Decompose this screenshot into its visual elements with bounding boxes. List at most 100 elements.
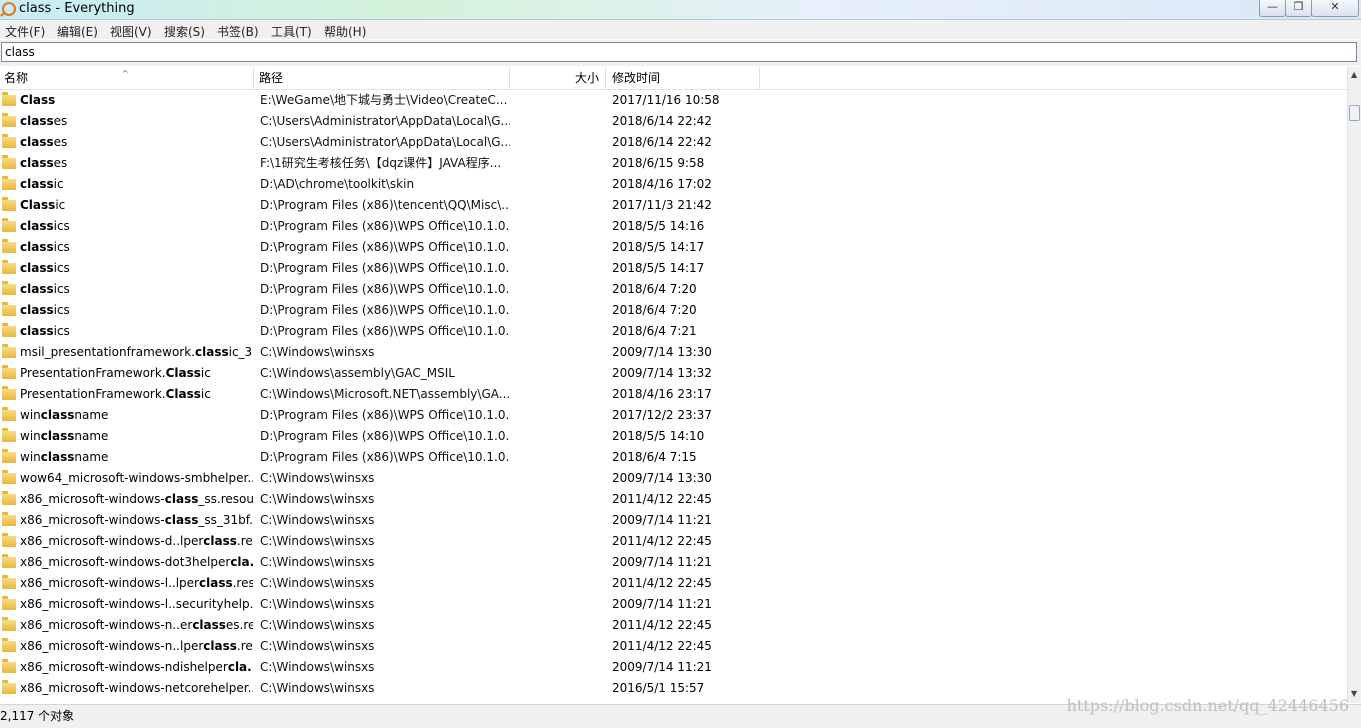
row-path: D:\Program Files (x86)\tencent\QQ\Misc\.… (260, 198, 510, 212)
row-path: D:\Program Files (x86)\WPS Office\10.1.0… (260, 324, 510, 338)
table-row[interactable]: x86_microsoft-windows-l..securityhelp...… (0, 594, 1347, 615)
row-name: x86_microsoft-windows-d..lperclass.re... (20, 531, 253, 552)
row-name: x86_microsoft-windows-n..erclasses.re... (20, 615, 253, 636)
table-row[interactable]: classics D:\Program Files (x86)\WPS Offic… (0, 216, 1347, 237)
row-name-match: class (164, 513, 199, 527)
row-date: 2011/4/12 22:45 (612, 639, 712, 653)
table-row[interactable]: x86_microsoft-windows-dot3helpercla... C:… (0, 552, 1347, 573)
menu-file[interactable]: 文件(F) (5, 23, 45, 40)
window-title: class - Everything (19, 1, 135, 16)
vertical-scrollbar[interactable]: ▲ ▼ (1347, 67, 1361, 703)
row-name-pre: x86_microsoft-windows-ndishelper (20, 660, 228, 674)
row-name-post: ics (53, 303, 70, 317)
row-name: classics (20, 258, 253, 279)
row-date: 2018/5/5 14:16 (612, 219, 705, 233)
scrollbar-thumb[interactable] (1349, 105, 1360, 121)
column-header-date[interactable]: 修改时间 (606, 67, 760, 89)
close-button[interactable]: ✕ (1311, 0, 1359, 17)
folder-icon (2, 533, 16, 547)
table-row[interactable]: x86_microsoft-windows-class_ss.resou... C… (0, 489, 1347, 510)
row-name-match: Class (20, 93, 56, 107)
table-row[interactable]: x86_microsoft-windows-n..lperclass.re...… (0, 636, 1347, 657)
folder-icon (2, 617, 16, 631)
menu-tools[interactable]: 工具(T) (271, 23, 312, 40)
column-header-path[interactable]: 路径 (254, 67, 510, 89)
folder-icon (2, 302, 16, 316)
row-name-pre: x86_microsoft-windows-l..securityhelp... (20, 597, 253, 611)
row-name: PresentationFramework.Classic (20, 363, 253, 384)
row-name: classics (20, 279, 253, 300)
row-date: 2017/11/3 21:42 (612, 198, 712, 212)
row-name-post: es (53, 156, 68, 170)
column-header-size-label: 大小 (574, 71, 599, 85)
row-name-pre: x86_microsoft-windows- (20, 492, 165, 506)
row-date: 2018/5/5 14:10 (612, 429, 705, 443)
row-name-post: es.re... (225, 618, 253, 632)
column-header-size[interactable]: 大小 (510, 67, 606, 89)
row-name: x86_microsoft-windows-class_ss.resou... (20, 489, 253, 510)
row-date: 2018/5/5 14:17 (612, 261, 705, 275)
menu-edit[interactable]: 编辑(E) (57, 23, 98, 40)
row-date: 2011/4/12 22:45 (612, 534, 712, 548)
table-row[interactable]: classics D:\Program Files (x86)\WPS Offic… (0, 321, 1347, 342)
table-row[interactable]: PresentationFramework.Classic C:\Windows\… (0, 384, 1347, 405)
row-date: 2009/7/14 11:21 (612, 660, 712, 674)
row-name-post: name (74, 408, 109, 422)
search-input[interactable] (1, 42, 1357, 62)
table-row[interactable]: Class E:\WeGame\地下城与勇士\Video\CreateC... 20… (0, 90, 1347, 111)
row-name: x86_microsoft-windows-ndishelpercla... (20, 657, 253, 678)
row-name: winclassname (20, 405, 253, 426)
table-row[interactable]: classics D:\Program Files (x86)\WPS Offic… (0, 258, 1347, 279)
menu-help[interactable]: 帮助(H) (324, 23, 366, 40)
table-row[interactable]: wow64_microsoft-windows-smbhelper... C:\W… (0, 468, 1347, 489)
column-header-name[interactable]: ^ 名称 (0, 67, 254, 89)
table-row[interactable]: classics D:\Program Files (x86)\WPS Offic… (0, 237, 1347, 258)
table-row[interactable]: Classic D:\Program Files (x86)\tencent\QQ… (0, 195, 1347, 216)
row-date: 2009/7/14 13:32 (612, 366, 712, 380)
table-row[interactable]: winclassname D:\Program Files (x86)\WPS O… (0, 447, 1347, 468)
row-name-match: class (199, 576, 233, 590)
row-date: 2017/12/2 23:37 (612, 408, 712, 422)
folder-icon (2, 491, 16, 505)
result-count: 2,117 个对象 (0, 709, 75, 723)
table-row[interactable]: x86_microsoft-windows-ndishelpercla... C:… (0, 657, 1347, 678)
table-row[interactable]: x86_microsoft-windows-l..lperclass.res..… (0, 573, 1347, 594)
row-name-match: class (20, 177, 54, 191)
row-name: wow64_microsoft-windows-smbhelper... (20, 468, 253, 489)
table-row[interactable]: classes C:\Users\Administrator\AppData\Lo… (0, 132, 1347, 153)
table-row[interactable]: x86_microsoft-windows-n..erclasses.re...… (0, 615, 1347, 636)
table-row[interactable]: classic D:\AD\chrome\toolkit\skin 2018/4/1… (0, 174, 1347, 195)
row-path: C:\Windows\winsxs (260, 660, 375, 674)
row-date: 2009/7/14 13:30 (612, 471, 712, 485)
row-name: classes (20, 111, 253, 132)
table-row[interactable]: classics D:\Program Files (x86)\WPS Offic… (0, 300, 1347, 321)
table-row[interactable]: x86_microsoft-windows-class_ss_31bf... C:… (0, 510, 1347, 531)
restore-button[interactable]: ❐ (1285, 0, 1312, 17)
table-row[interactable]: winclassname D:\Program Files (x86)\WPS O… (0, 405, 1347, 426)
table-row[interactable]: x86_microsoft-windows-d..lperclass.re...… (0, 531, 1347, 552)
table-row[interactable]: PresentationFramework.Classic C:\Windows\… (0, 363, 1347, 384)
row-name-post: ic (53, 177, 64, 191)
table-row[interactable]: msil_presentationframework.classic_3... C… (0, 342, 1347, 363)
menu-bookmarks[interactable]: 书签(B) (217, 23, 259, 40)
table-row[interactable]: classes F:\1研究生考核任务\【dqz课件】JAVA程序... 2018/… (0, 153, 1347, 174)
menu-view[interactable]: 视图(V) (110, 23, 152, 40)
table-row[interactable]: classics D:\Program Files (x86)\WPS Offic… (0, 279, 1347, 300)
scroll-up-icon[interactable]: ▲ (1351, 70, 1357, 79)
table-row[interactable]: winclassname D:\Program Files (x86)\WPS O… (0, 426, 1347, 447)
row-name-match: Class (165, 366, 201, 380)
table-row[interactable]: classes C:\Users\Administrator\AppData\Lo… (0, 111, 1347, 132)
folder-icon (2, 512, 16, 526)
row-name-post: _ss_31bf... (198, 513, 253, 527)
row-date: 2018/6/4 7:20 (612, 303, 697, 317)
row-name-pre: PresentationFramework. (20, 387, 166, 401)
row-path: D:\Program Files (x86)\WPS Office\10.1.0… (260, 303, 510, 317)
row-name-match: Class (20, 198, 56, 212)
row-name-pre: win (20, 429, 41, 443)
menu-search[interactable]: 搜索(S) (164, 23, 205, 40)
row-date: 2018/6/4 7:20 (612, 282, 697, 296)
row-name: classes (20, 153, 253, 174)
row-date: 2018/6/4 7:15 (612, 450, 697, 464)
scroll-down-icon[interactable]: ▼ (1351, 689, 1357, 698)
minimize-button[interactable]: — (1259, 0, 1286, 17)
